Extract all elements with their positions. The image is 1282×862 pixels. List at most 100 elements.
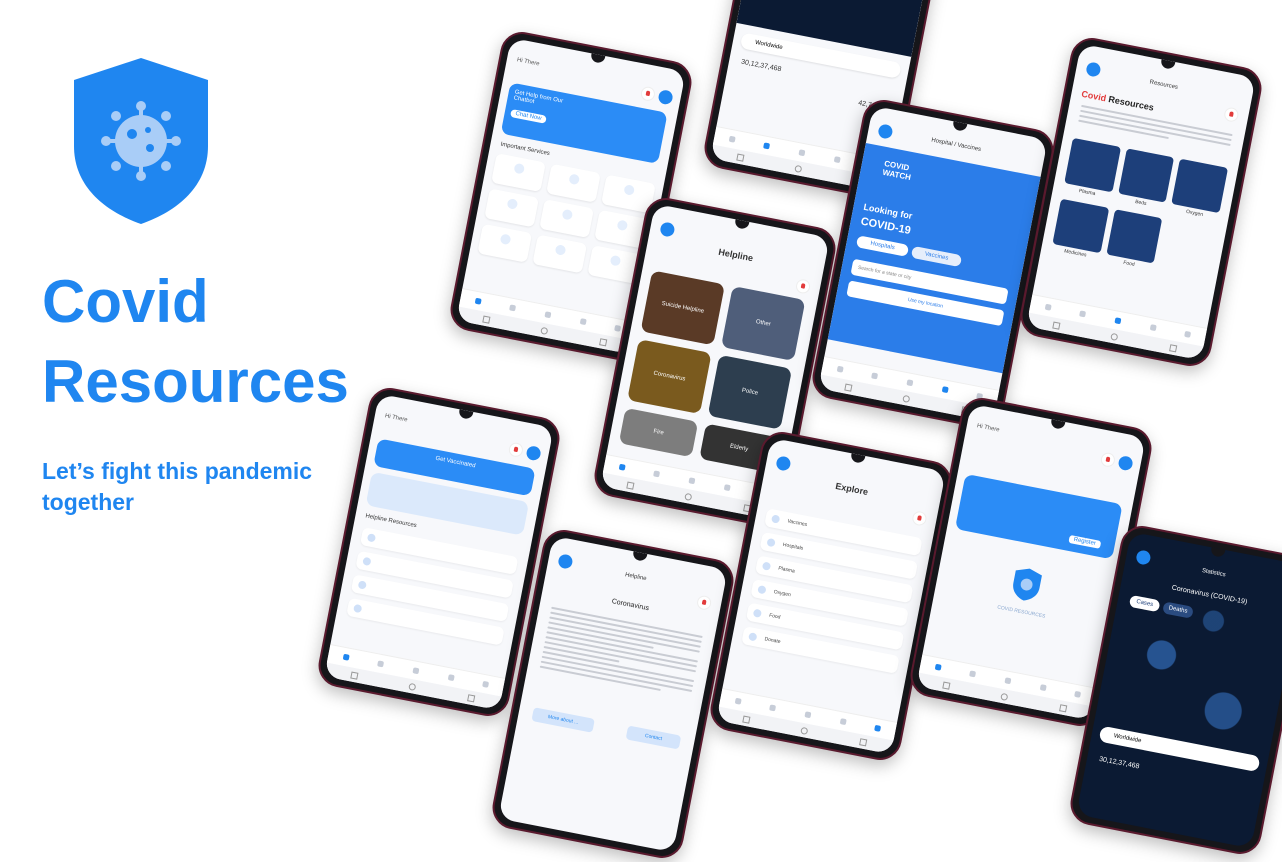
back-icon[interactable]	[1058, 703, 1068, 712]
helpline-tile[interactable]: Police	[707, 354, 793, 430]
resource-tile[interactable]: Medicines	[1052, 198, 1109, 259]
recent-icon[interactable]	[742, 715, 751, 724]
stats-nav-icon[interactable]	[871, 372, 879, 380]
notification-bell-icon[interactable]	[695, 594, 713, 611]
helpline-tile[interactable]: Coronavirus	[627, 339, 712, 415]
profile-nav-icon[interactable]	[614, 324, 622, 332]
hero-panel: COVID WATCH Looking for COVID-19 Hospita…	[827, 142, 1041, 374]
service-tile[interactable]	[532, 234, 588, 274]
service-tile[interactable]	[491, 153, 546, 193]
tab-hospitals[interactable]: Hospitals	[855, 235, 910, 257]
add-nav-icon[interactable]	[544, 311, 552, 319]
home-nav-icon[interactable]	[836, 365, 844, 373]
stats-nav-icon[interactable]	[769, 704, 777, 712]
shield-virus-icon	[1013, 568, 1042, 601]
add-nav-icon[interactable]	[1004, 677, 1012, 685]
recent-icon[interactable]	[626, 481, 635, 490]
hospital-nav-icon[interactable]	[1149, 324, 1157, 332]
service-tile[interactable]	[539, 199, 595, 239]
hospital-nav-icon[interactable]	[447, 674, 455, 682]
resources-grid: Plasma Beds Oxygen Medicines Food	[1052, 137, 1229, 274]
home-sys-icon[interactable]	[800, 726, 809, 735]
home-sys-icon[interactable]	[1000, 692, 1009, 701]
resource-tile[interactable]: Plasma	[1064, 137, 1121, 197]
register-button[interactable]: Register	[1068, 534, 1102, 549]
home-sys-icon[interactable]	[902, 394, 911, 403]
stats-nav-icon[interactable]	[969, 670, 977, 678]
recent-icon[interactable]	[1052, 321, 1061, 330]
hospital-nav-icon[interactable]	[833, 156, 841, 164]
add-nav-icon[interactable]	[412, 667, 420, 675]
resource-tile[interactable]: Oxygen	[1171, 158, 1229, 218]
notification-bell-icon[interactable]	[794, 278, 812, 295]
tab-vaccines[interactable]: Vaccines	[910, 245, 963, 268]
service-tile[interactable]	[546, 163, 601, 203]
hospital-nav-icon[interactable]	[839, 718, 847, 726]
notch	[734, 219, 750, 230]
recent-icon[interactable]	[942, 681, 951, 690]
home-sys-icon[interactable]	[794, 164, 803, 173]
more-button[interactable]: More about ...	[531, 707, 595, 733]
services-grid	[477, 153, 656, 285]
add-nav-icon[interactable]	[804, 711, 812, 719]
profile-nav-icon[interactable]	[482, 680, 490, 688]
home-nav-icon[interactable]	[618, 463, 626, 471]
article-screen: Helpline Coronavirus More about ... Cont…	[498, 535, 728, 853]
contact-button[interactable]: Contact	[625, 725, 682, 750]
helpline-tile[interactable]: Fire	[618, 407, 699, 458]
recent-icon[interactable]	[350, 671, 359, 680]
profile-nav-icon[interactable]	[1074, 690, 1082, 698]
home-sys-icon[interactable]	[684, 492, 693, 501]
notification-bell-icon[interactable]	[911, 510, 928, 527]
home-nav-icon[interactable]	[934, 663, 942, 671]
add-nav-icon[interactable]	[798, 149, 806, 157]
profile-nav-icon[interactable]	[874, 724, 882, 732]
vaccine-card[interactable]: Register	[954, 473, 1123, 560]
back-icon[interactable]	[466, 693, 476, 702]
home-nav-icon[interactable]	[474, 297, 482, 305]
notification-bell-icon[interactable]	[1223, 106, 1240, 123]
shield-virus-icon	[74, 58, 208, 224]
hospital-nav-icon[interactable]	[723, 484, 731, 492]
home-nav-icon[interactable]	[734, 697, 742, 705]
home-nav-icon[interactable]	[728, 135, 736, 143]
back-icon[interactable]	[858, 737, 868, 746]
resource-tile[interactable]: Food	[1106, 209, 1163, 268]
home-nav-icon[interactable]	[1044, 303, 1052, 311]
stats-nav-icon[interactable]	[1079, 310, 1087, 318]
hospital-nav-icon[interactable]	[941, 386, 949, 394]
helpline-tile[interactable]: Other	[720, 286, 806, 361]
notch	[1160, 59, 1176, 70]
stats-nav-icon[interactable]	[763, 142, 771, 150]
resources-title-red: Covid	[1080, 88, 1108, 104]
notification-bell-icon[interactable]	[639, 85, 657, 103]
service-tile[interactable]	[484, 188, 540, 228]
home-sys-icon[interactable]	[1110, 332, 1119, 341]
stats-nav-icon[interactable]	[653, 470, 661, 478]
greeting: Hi There	[384, 413, 408, 424]
notification-bell-icon[interactable]	[1099, 451, 1117, 469]
chat-now-button[interactable]: Chat Now	[509, 109, 547, 124]
recent-icon[interactable]	[736, 153, 745, 162]
stats-nav-icon[interactable]	[509, 304, 517, 312]
back-icon[interactable]	[598, 337, 608, 346]
resources-screen: Resources Covid Resources Plasma Beds Ox…	[1026, 43, 1256, 361]
hospital-nav-icon[interactable]	[1039, 684, 1047, 692]
add-nav-icon[interactable]	[1114, 317, 1122, 325]
back-icon[interactable]	[1168, 343, 1178, 352]
recent-icon[interactable]	[844, 383, 853, 392]
helpline-tile[interactable]: Suicide Helpline	[640, 270, 725, 346]
add-nav-icon[interactable]	[906, 379, 914, 387]
search-value: Worldwide	[1113, 733, 1142, 745]
hospital-nav-icon[interactable]	[579, 318, 587, 326]
recent-icon[interactable]	[482, 315, 491, 324]
service-tile[interactable]	[477, 223, 533, 263]
resource-tile[interactable]: Beds	[1117, 148, 1175, 207]
profile-nav-icon[interactable]	[1184, 330, 1192, 338]
add-nav-icon[interactable]	[688, 477, 696, 485]
stats-nav-icon[interactable]	[377, 660, 385, 668]
notification-bell-icon[interactable]	[507, 441, 525, 459]
home-sys-icon[interactable]	[408, 682, 417, 691]
home-nav-icon[interactable]	[342, 653, 350, 661]
home-sys-icon[interactable]	[540, 326, 549, 335]
